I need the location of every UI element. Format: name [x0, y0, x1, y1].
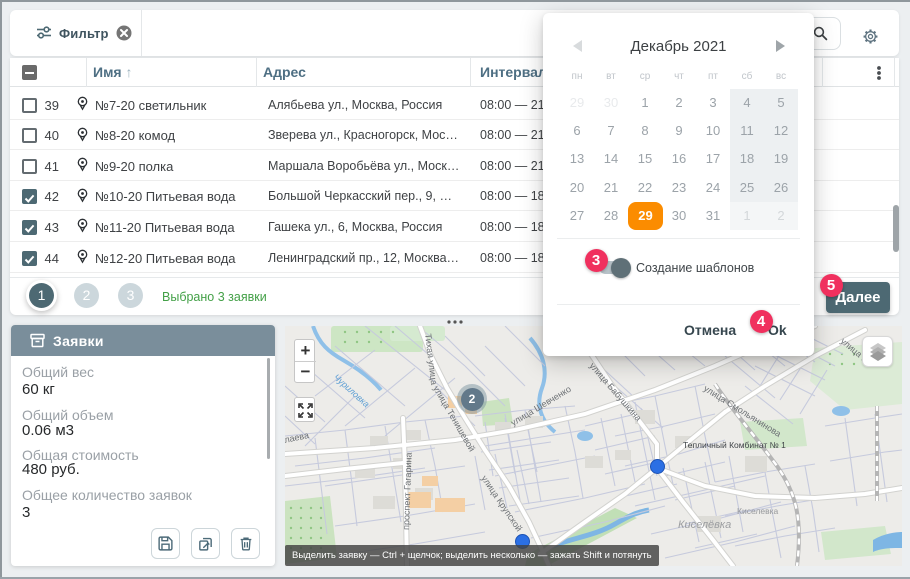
svg-text:Тепличный Комбинат № 1: Тепличный Комбинат № 1 [683, 440, 786, 450]
svg-text:Киселевка: Киселевка [737, 506, 779, 516]
svg-text:Киселёвка: Киселёвка [678, 519, 731, 531]
